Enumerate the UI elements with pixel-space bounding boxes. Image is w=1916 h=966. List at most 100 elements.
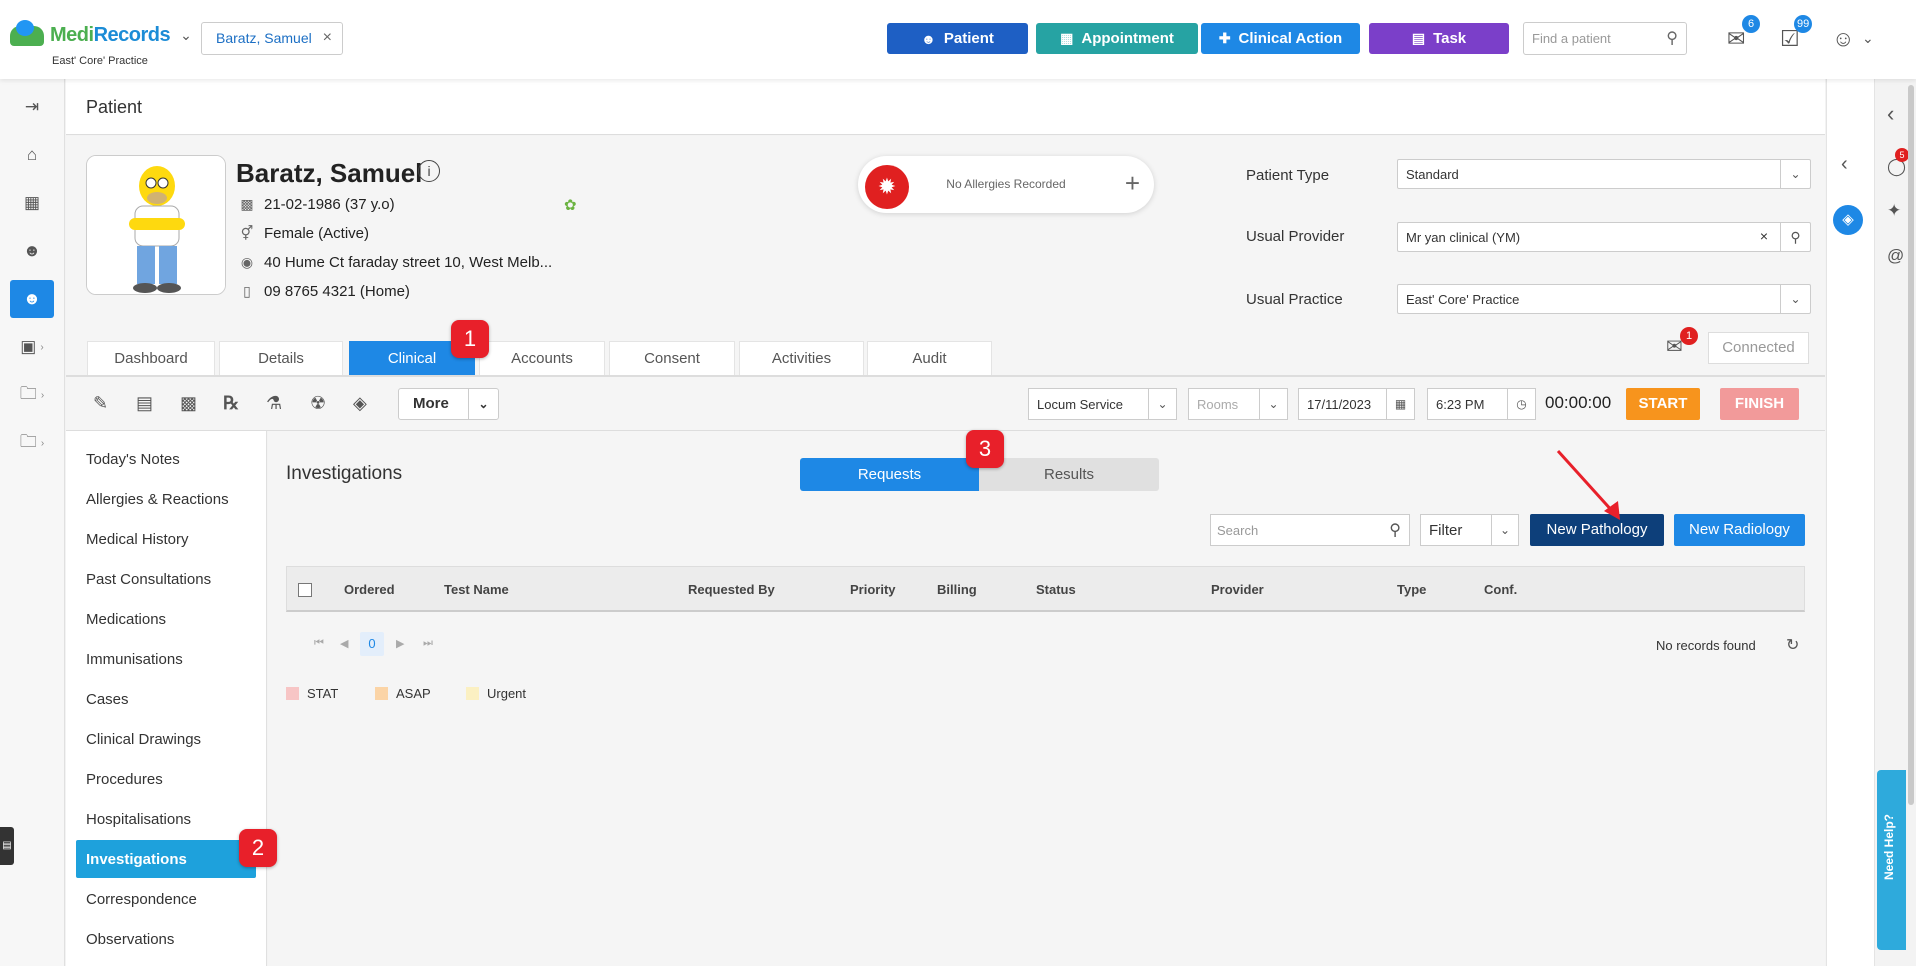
new-appointment-button[interactable]: ▦ Appointment <box>1036 23 1198 54</box>
date-field[interactable]: 17/11/2023 ▦ <box>1298 388 1415 420</box>
last-page-icon[interactable]: ⏭ <box>423 637 433 650</box>
chevron-down-icon[interactable]: ⌄ <box>1259 389 1287 419</box>
results-toggle[interactable]: Results <box>979 458 1159 491</box>
col-test-name[interactable]: Test Name <box>444 582 509 597</box>
start-button[interactable]: START <box>1626 388 1700 420</box>
search-icon[interactable]: ⚲ <box>1780 223 1810 251</box>
service-select[interactable]: Locum Service ⌄ <box>1028 388 1177 420</box>
info-icon[interactable]: i <box>418 160 440 182</box>
new-radiology-button[interactable]: New Radiology <box>1674 514 1805 546</box>
tab-details[interactable]: Details <box>219 341 343 375</box>
need-help-tab[interactable]: Need Help? <box>1877 770 1906 950</box>
modules-icon[interactable]: ▣ › <box>10 328 54 366</box>
col-requested-by[interactable]: Requested By <box>688 582 775 597</box>
prev-page-icon[interactable]: ◀ <box>340 637 348 650</box>
side-item-clinical-drawings[interactable]: Clinical Drawings <box>76 720 256 758</box>
prescription-icon[interactable]: ℞ <box>223 393 239 414</box>
document-icon[interactable]: ▤ <box>136 393 153 414</box>
chevron-down-icon[interactable]: ⌄ <box>1780 285 1810 313</box>
search-icon[interactable]: ⚲ <box>1389 520 1401 540</box>
finish-button[interactable]: FINISH <box>1720 388 1799 420</box>
tab-consent[interactable]: Consent <box>609 341 735 375</box>
chevron-down-icon[interactable]: ⌄ <box>180 27 192 44</box>
folder-transfer-icon[interactable]: 🗀 › <box>10 424 54 462</box>
patients-icon[interactable]: ☻ <box>10 280 54 318</box>
tab-dashboard[interactable]: Dashboard <box>87 341 215 375</box>
education-icon[interactable]: ◈ <box>353 393 367 414</box>
side-item-hospitalisations[interactable]: Hospitalisations <box>76 800 256 838</box>
new-patient-button[interactable]: ☻ Patient <box>887 23 1028 54</box>
col-conf[interactable]: Conf. <box>1484 582 1517 597</box>
current-page[interactable]: 0 <box>360 632 384 656</box>
patient-type-select[interactable]: Standard ⌄ <box>1397 159 1811 189</box>
tab-audit[interactable]: Audit <box>867 341 992 375</box>
allergy-pill[interactable]: ✹ No Allergies Recorded + <box>858 156 1154 213</box>
time-field[interactable]: 6:23 PM ◷ <box>1427 388 1536 420</box>
edit-note-icon[interactable]: ✎ <box>93 393 108 414</box>
clinical-action-button[interactable]: ✚ Clinical Action <box>1201 23 1360 54</box>
side-item-cases[interactable]: Cases <box>76 680 256 718</box>
chevron-down-icon[interactable]: ⌄ <box>1491 515 1518 545</box>
next-page-icon[interactable]: ▶ <box>396 637 404 650</box>
mention-icon[interactable]: @ <box>1887 246 1904 266</box>
new-task-button[interactable]: ▤ Task <box>1369 23 1509 54</box>
side-item-allergies[interactable]: Allergies & Reactions <box>76 480 256 518</box>
select-all-checkbox[interactable] <box>298 583 312 597</box>
rooms-select[interactable]: Rooms ⌄ <box>1188 388 1288 420</box>
col-priority[interactable]: Priority <box>850 582 896 597</box>
side-drawer-tab[interactable]: ▤ <box>0 827 14 865</box>
calendar-icon[interactable]: ▦ <box>1386 389 1414 419</box>
connected-button[interactable]: Connected <box>1708 332 1809 364</box>
tab-activities[interactable]: Activities <box>739 341 864 375</box>
user-account-icon[interactable]: ☺ <box>1832 26 1854 52</box>
tag-icon[interactable]: ◈ <box>1833 205 1863 235</box>
chevron-down-icon[interactable]: ⌄ <box>468 389 498 419</box>
search-input[interactable]: Search ⚲ <box>1210 514 1410 546</box>
side-item-correspondence[interactable]: Correspondence <box>76 880 256 918</box>
chevron-down-icon[interactable]: ⌄ <box>1148 389 1176 419</box>
add-allergy-icon[interactable]: + <box>1125 168 1140 199</box>
col-provider[interactable]: Provider <box>1211 582 1264 597</box>
folder-icon[interactable]: 🗀 › <box>10 376 54 414</box>
col-billing[interactable]: Billing <box>937 582 977 597</box>
side-item-todays-notes[interactable]: Today's Notes <box>76 440 256 478</box>
side-item-medications[interactable]: Medications <box>76 600 256 638</box>
tab-accounts[interactable]: Accounts <box>479 341 605 375</box>
refresh-icon[interactable]: ↻ <box>1786 635 1799 655</box>
users-icon[interactable]: ☻ <box>10 232 54 270</box>
usual-provider-field[interactable]: Mr yan clinical (YM) × ⚲ <box>1397 222 1811 252</box>
open-patient-chip[interactable]: Baratz, Samuel × <box>201 22 343 55</box>
filter-select[interactable]: Filter ⌄ <box>1420 514 1519 546</box>
usual-practice-select[interactable]: East' Core' Practice ⌄ <box>1397 284 1811 314</box>
home-icon[interactable]: ⌂ <box>10 136 54 174</box>
side-item-investigations[interactable]: Investigations <box>76 840 256 878</box>
clear-icon[interactable]: × <box>1760 228 1768 244</box>
chevron-down-icon[interactable]: ⌄ <box>1862 30 1874 47</box>
chevron-left-icon[interactable]: ‹ <box>1887 101 1894 127</box>
more-button[interactable]: More ⌄ <box>398 388 499 420</box>
side-item-medical-history[interactable]: Medical History <box>76 520 256 558</box>
app-logo[interactable]: MediRecords ⌄ <box>10 19 192 47</box>
side-item-procedures[interactable]: Procedures <box>76 760 256 798</box>
chevron-down-icon[interactable]: ⌄ <box>1780 160 1810 188</box>
col-ordered[interactable]: Ordered <box>344 582 395 597</box>
close-icon[interactable]: × <box>323 29 332 47</box>
side-item-observations[interactable]: Observations <box>76 920 256 958</box>
letter-icon[interactable]: ▩ <box>180 393 197 414</box>
radiology-icon[interactable]: ☢ <box>310 393 326 414</box>
first-page-icon[interactable]: ⏮ <box>314 637 324 650</box>
scrollbar[interactable] <box>1908 85 1914 805</box>
mail-icon[interactable]: ✉ <box>1727 26 1745 52</box>
chevron-left-icon[interactable]: ‹ <box>1841 153 1848 176</box>
pin-icon[interactable]: ✦ <box>1887 201 1901 221</box>
search-icon[interactable]: ⚲ <box>1666 28 1678 48</box>
col-type[interactable]: Type <box>1397 582 1426 597</box>
col-status[interactable]: Status <box>1036 582 1076 597</box>
pathology-icon[interactable]: ⚗ <box>266 393 282 414</box>
requests-toggle[interactable]: Requests <box>800 458 979 491</box>
calendar-icon[interactable]: ▦ <box>10 184 54 222</box>
side-item-immunisations[interactable]: Immunisations <box>76 640 256 678</box>
clock-icon[interactable]: ◷ <box>1507 389 1535 419</box>
side-item-past-consultations[interactable]: Past Consultations <box>76 560 256 598</box>
find-patient-input[interactable]: Find a patient ⚲ <box>1523 22 1687 55</box>
